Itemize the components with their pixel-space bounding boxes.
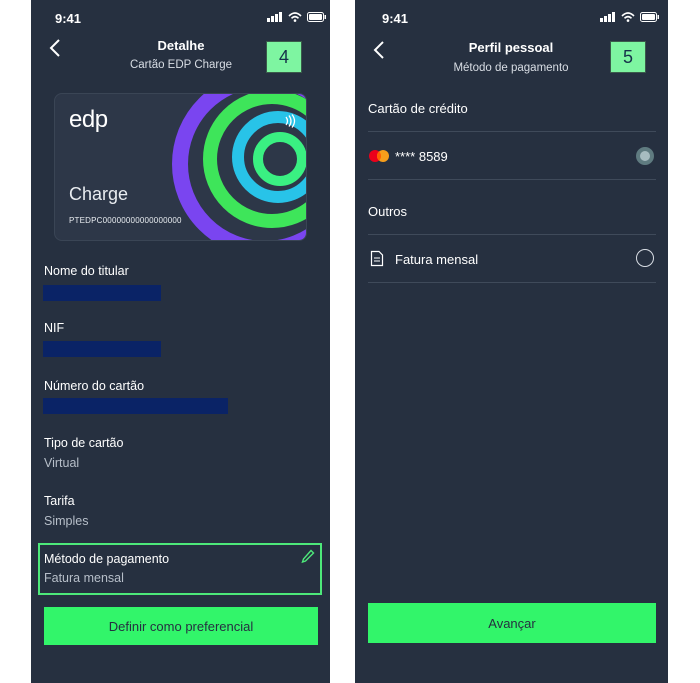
invoice-document-icon <box>370 250 384 267</box>
card-number-redacted <box>43 398 228 414</box>
payment-method-value: Fatura mensal <box>44 571 124 585</box>
card-type-label: Tipo de cartão <box>44 436 124 450</box>
nif-label: NIF <box>44 321 65 335</box>
signal-icon <box>600 12 615 22</box>
back-arrow-icon[interactable] <box>49 38 61 58</box>
payment-method-field[interactable] <box>38 543 322 595</box>
wifi-icon <box>621 12 635 22</box>
page-title: Detalhe <box>157 38 205 53</box>
page-subtitle: Cartão EDP Charge <box>129 59 233 71</box>
mastercard-icon <box>369 150 389 162</box>
page-title: Perfil pessoal <box>468 40 554 55</box>
battery-icon <box>640 12 659 22</box>
continue-button[interactable]: Avançar <box>368 603 656 643</box>
charge-card: edp Charge PTEDPC00000000000000000 <box>54 93 307 241</box>
edp-logo: edp <box>69 106 108 133</box>
invoice-option-label: Fatura mensal <box>395 252 479 267</box>
divider <box>368 282 656 283</box>
step-badge: 4 <box>266 41 302 73</box>
payment-method-screen: 9:41 Perfil pessoal Método de pagamento … <box>355 0 668 683</box>
card-option-radio-selected[interactable] <box>636 147 654 165</box>
contactless-icon <box>285 114 296 128</box>
card-type-value: Virtual <box>44 456 80 470</box>
divider <box>368 131 656 132</box>
edit-pencil-icon[interactable] <box>301 549 315 565</box>
invoice-option-radio[interactable] <box>636 249 654 267</box>
set-preferred-button[interactable]: Definir como preferencial <box>44 607 318 645</box>
status-icons <box>267 12 327 22</box>
holder-name-label: Nome do titular <box>44 264 129 278</box>
status-time: 9:41 <box>382 11 409 26</box>
status-icons <box>600 12 660 22</box>
back-arrow-icon[interactable] <box>373 40 385 60</box>
card-number-label: Número do cartão <box>44 379 145 393</box>
payment-method-label: Método de pagamento <box>44 552 170 566</box>
battery-icon <box>307 12 326 22</box>
step-badge: 5 <box>610 41 646 73</box>
nif-redacted <box>43 341 161 357</box>
divider <box>368 179 656 180</box>
page-subtitle: Método de pagamento <box>453 62 569 74</box>
signal-icon <box>267 12 282 22</box>
wifi-icon <box>288 12 302 22</box>
holder-name-redacted <box>43 285 161 301</box>
status-time: 9:41 <box>55 11 82 26</box>
card-number: PTEDPC00000000000000000 <box>69 216 182 225</box>
credit-card-section-title: Cartão de crédito <box>368 101 468 116</box>
others-section-title: Outros <box>368 204 408 219</box>
divider <box>368 234 656 235</box>
card-name: Charge <box>69 184 129 204</box>
tariff-label: Tarifa <box>44 494 75 508</box>
card-detail-screen: 9:41 Detalhe Cartão EDP Charge 4 edp Cha… <box>31 0 330 683</box>
card-option-label: **** 8589 <box>395 149 448 164</box>
tariff-value: Simples <box>44 514 89 528</box>
